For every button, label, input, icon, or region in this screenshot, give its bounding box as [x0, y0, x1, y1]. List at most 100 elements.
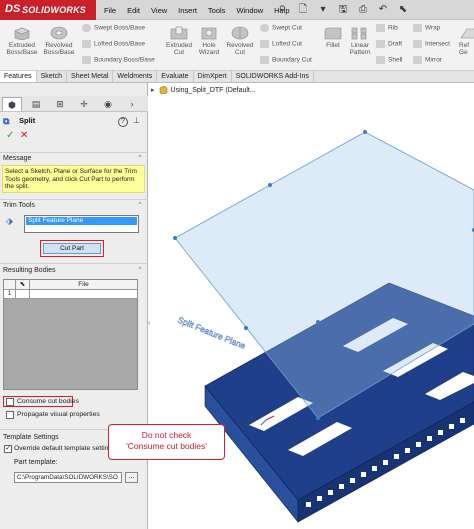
table-row[interactable]: 1 [4, 290, 137, 299]
trim-tools-selection-list[interactable]: Split Feature Plane [24, 215, 139, 233]
linear-pattern-icon [351, 27, 367, 40]
row-check-cell[interactable] [16, 290, 30, 298]
extruded-cut-button[interactable]: Extruded Cut [163, 26, 195, 56]
consume-cut-bodies-checkbox[interactable] [6, 398, 14, 406]
graphics-viewport[interactable]: Split Feature Plane [153, 100, 474, 529]
lofted-cut-button[interactable]: Lofted Cut [260, 40, 302, 48]
boundary-boss-button[interactable]: Boundary Boss/Base [82, 56, 155, 64]
divider [0, 152, 148, 153]
intersect-icon [413, 40, 422, 48]
message-box: Select a Sketch, Plane or Surface for th… [2, 165, 145, 193]
table-header: ⬉ File [4, 280, 137, 290]
keep-visible-pin-icon[interactable]: ⊥ [133, 116, 140, 125]
feature-title: ⧉ Split [3, 116, 35, 126]
browse-template-button[interactable]: ... [125, 472, 138, 483]
callout-line-2: 'Consume cut bodies' [126, 441, 207, 451]
rib-label: Rib [388, 24, 398, 32]
title-bar: DS SOLIDWORKS File Edit View Insert Tool… [0, 0, 474, 20]
mirror-label: Mirror [425, 56, 442, 64]
lofted-boss-button[interactable]: Lofted Boss/Base [82, 40, 145, 48]
open-document-icon[interactable]: ▾ [316, 2, 330, 18]
ok-button[interactable]: ✓ [6, 130, 14, 141]
message-section-title[interactable]: Message [3, 155, 31, 162]
collapse-bodies-icon[interactable]: ⌃ [137, 266, 143, 274]
tab-add-ins[interactable]: SOLIDWORKS Add-Ins [232, 71, 314, 82]
cut-part-button[interactable]: Cut Part [43, 243, 101, 254]
propagate-visual-properties-checkbox[interactable] [6, 411, 14, 419]
shell-icon [376, 56, 385, 64]
hole-wizard-button[interactable]: Hole Wizard [195, 26, 223, 56]
override-template-checkbox[interactable]: ✓ [4, 445, 12, 453]
configuration-manager-tab-icon[interactable]: ⊞ [50, 97, 70, 111]
tab-evaluate[interactable]: Evaluate [157, 71, 194, 82]
revolved-cut-button[interactable]: Revolved Cut [224, 26, 256, 56]
menu-view[interactable]: View [151, 6, 167, 15]
extruded-boss-button[interactable]: Extruded Boss/Base [2, 26, 42, 56]
feature-title-text: Split [19, 116, 36, 125]
resulting-bodies-section-title[interactable]: Resulting Bodies [3, 267, 56, 274]
undo-icon[interactable]: ↶ [376, 2, 390, 18]
fillet-button[interactable]: Fillet [320, 26, 346, 49]
collapse-message-icon[interactable]: ⌃ [137, 154, 143, 162]
swept-cut-button[interactable]: Swept Cut [260, 24, 302, 32]
wrap-button[interactable]: Wrap [413, 24, 440, 32]
property-manager-tab-icon[interactable]: ▤ [26, 97, 46, 111]
trim-tools-section-title[interactable]: Trim Tools [3, 202, 35, 209]
menu-window[interactable]: Window [236, 6, 263, 15]
template-settings-section-title[interactable]: Template Settings [3, 434, 59, 441]
draft-button[interactable]: Draft [376, 40, 402, 48]
shell-button[interactable]: Shell [376, 56, 402, 64]
expand-arrow-icon[interactable]: ▸ [151, 87, 155, 94]
plane-label: Split Feature Plane [176, 315, 247, 351]
menu-insert[interactable]: Insert [178, 6, 197, 15]
tab-features[interactable]: Features [0, 71, 37, 82]
menu-pin-icon[interactable]: ⚲ [279, 4, 289, 16]
display-manager-tab-icon[interactable]: ◉ [98, 97, 118, 111]
tab-dimxpert[interactable]: DimXpert [194, 71, 232, 82]
swept-cut-label: Swept Cut [272, 24, 302, 32]
revolved-boss-button[interactable]: Revolved Boss/Base [42, 26, 76, 56]
swept-boss-button[interactable]: Swept Boss/Base [82, 24, 145, 32]
row-file-cell[interactable] [30, 290, 137, 298]
trim-tool-item[interactable]: Split Feature Plane [26, 217, 137, 225]
draft-label: Draft [388, 40, 403, 48]
mirror-icon [413, 56, 422, 64]
solidworks-logo[interactable]: DS SOLIDWORKS [0, 0, 96, 20]
boundary-cut-button[interactable]: Boundary Cut [260, 56, 312, 64]
tab-weldments[interactable]: Weldments [113, 71, 158, 82]
collapse-trim-tools-icon[interactable]: ⌃ [137, 201, 143, 209]
intersect-button[interactable]: Intersect [413, 40, 450, 48]
extruded-cut-icon [170, 26, 188, 40]
select-icon[interactable]: ⬉ [396, 2, 410, 18]
wrap-icon [413, 24, 422, 32]
menu-tools[interactable]: Tools [208, 6, 226, 15]
command-manager: Extruded Boss/Base Revolved Boss/Base Sw… [0, 20, 474, 70]
lofted-boss-label: Lofted Boss/Base [94, 40, 145, 48]
feature-manager-tab-icon[interactable]: ⬢ [2, 97, 22, 111]
extruded-cut-label: Extruded Cut [165, 42, 193, 56]
row-index: 1 [4, 290, 16, 298]
more-tabs-icon[interactable]: › [122, 97, 142, 111]
revolved-boss-label: Revolved Boss/Base [43, 42, 75, 56]
help-button[interactable]: ? [118, 117, 128, 127]
menu-file[interactable]: File [104, 6, 116, 15]
resulting-bodies-table: ⬉ File 1 [3, 279, 138, 390]
print-icon[interactable]: ⎙ [356, 2, 370, 18]
feature-tree-flyout[interactable]: ▸ Using_Split_DTF (Default... [151, 86, 256, 95]
boundary-boss-icon [82, 56, 91, 64]
mirror-button[interactable]: Mirror [413, 56, 442, 64]
callout-line-1: Do not check [141, 430, 192, 440]
linear-pattern-button[interactable]: Linear Pattern [346, 26, 374, 56]
tab-sheet-metal[interactable]: Sheet Metal [67, 71, 114, 82]
part-template-field[interactable]: C:\ProgramData\SOLIDWORKS\SO [14, 472, 122, 483]
split-feature-icon: ⧉ [3, 116, 10, 127]
menu-edit[interactable]: Edit [127, 6, 140, 15]
lofted-cut-icon [260, 40, 269, 48]
rib-button[interactable]: Rib [376, 24, 398, 32]
new-document-icon[interactable]: 🗋 [296, 2, 310, 18]
reference-geometry-button[interactable]: Ref Ge [459, 26, 474, 56]
save-icon[interactable]: 🖫 [336, 2, 350, 18]
cancel-button[interactable]: ✕ [20, 130, 28, 141]
dimxpert-manager-tab-icon[interactable]: ✛ [74, 97, 94, 111]
tab-sketch[interactable]: Sketch [37, 71, 68, 82]
